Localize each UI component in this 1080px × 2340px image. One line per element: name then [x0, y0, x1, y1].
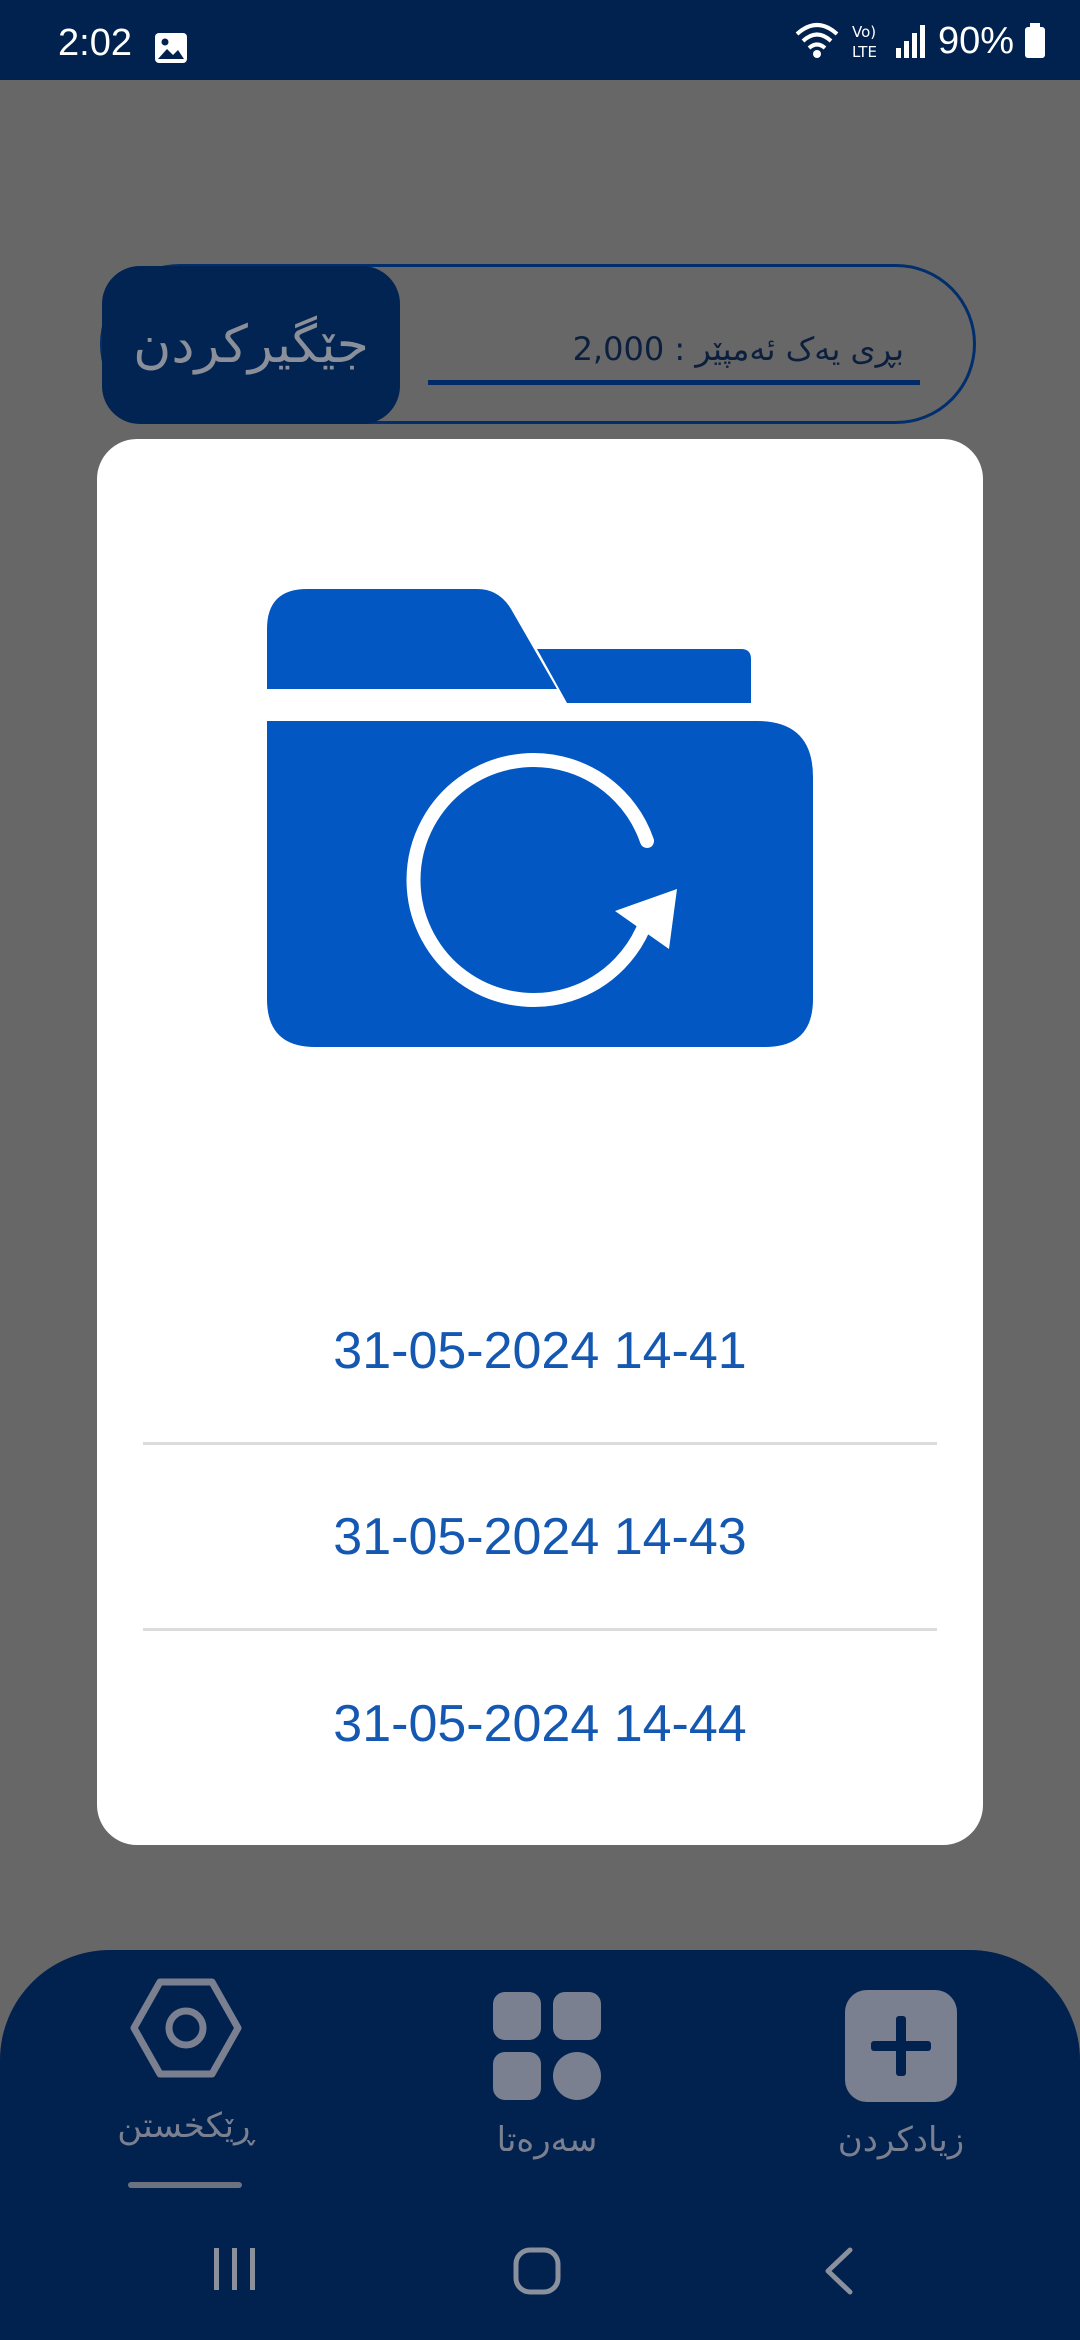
folder-restore-icon [267, 589, 813, 1047]
svg-text:Vo): Vo) [852, 23, 876, 41]
nav-label-home: سەرەتا [496, 2120, 598, 2160]
nav-active-indicator [128, 2182, 242, 2188]
back-icon[interactable] [822, 2246, 856, 2296]
wifi-icon [795, 23, 839, 58]
nav-label-settings: ڕێکخستن [117, 2106, 255, 2146]
volte-icon: Vo) LTE [852, 23, 877, 61]
image-icon [155, 33, 187, 63]
backup-item[interactable]: 31-05-2024 14-43 [143, 1445, 937, 1631]
status-bar: 2:02 Vo) LTE 90% [0, 0, 1080, 80]
add-icon [845, 1990, 957, 2102]
battery-icon [1025, 23, 1045, 58]
grid-icon [493, 1992, 601, 2100]
battery-percentage: 90% [937, 19, 1014, 62]
amount-field[interactable]: بڕی یەک ئەمپێر : 2,000 [428, 318, 920, 385]
backup-list: 31-05-2024 14-41 31-05-2024 14-43 31-05-… [143, 1259, 937, 1817]
nav-item-add[interactable]: زیادکردن [781, 1950, 1021, 2180]
signal-icon [895, 25, 925, 58]
system-navigation-bar [0, 2210, 1080, 2340]
confirm-button-label: جێگیرکردن [133, 315, 369, 375]
backup-item[interactable]: 31-05-2024 14-44 [143, 1631, 937, 1817]
nav-item-settings[interactable]: ڕێکخستن [66, 1950, 306, 2180]
backup-item[interactable]: 31-05-2024 14-41 [143, 1259, 937, 1445]
amount-text: بڕی یەک ئەمپێر : 2,000 [572, 330, 904, 368]
home-icon[interactable] [512, 2246, 562, 2296]
nav-label-add: زیادکردن [837, 2120, 965, 2160]
status-icons: Vo) LTE 90% [794, 18, 1046, 64]
bottom-navigation: ڕێکخستن سەرەتا زیادکردن [0, 1950, 1080, 2340]
backup-dialog: 31-05-2024 14-41 31-05-2024 14-43 31-05-… [97, 439, 983, 1845]
svg-text:LTE: LTE [852, 43, 877, 61]
recent-apps-icon[interactable] [212, 2246, 258, 2292]
nav-item-home[interactable]: سەرەتا [427, 1950, 667, 2180]
status-time: 2:02 [58, 22, 132, 64]
confirm-button[interactable]: جێگیرکردن [102, 266, 400, 424]
settings-hexagon-icon [130, 1978, 242, 2078]
